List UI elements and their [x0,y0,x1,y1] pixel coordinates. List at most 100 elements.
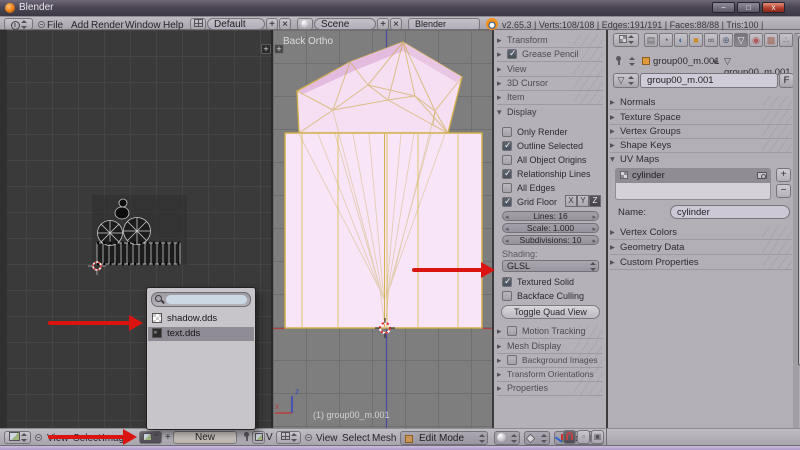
menu-select[interactable]: Select [339,432,373,445]
layout-add-button[interactable]: + [266,18,278,30]
checkbox-all-object-origins[interactable]: All Object Origins [502,154,602,166]
pivot-point-select[interactable] [524,431,550,445]
tab-texture[interactable]: ▩ [764,33,778,47]
grid-axis-y-toggle[interactable]: Y [577,195,589,207]
panel-display[interactable]: Display [497,106,603,119]
tab-object-data[interactable]: ▽ [734,33,748,47]
mesh-datablock-browse-button[interactable]: ▽ [613,73,639,88]
panel-texture-space[interactable]: Texture Space [610,111,792,125]
panel-view[interactable]: View [497,63,603,77]
snap-element-button[interactable]: ▫ [577,430,590,444]
fake-user-button[interactable]: F [779,73,794,88]
editor-type-button-info[interactable]: i [4,18,33,30]
editor-type-button-3d-view[interactable] [276,431,301,444]
panel-3d-cursor[interactable]: 3D Cursor [497,77,603,91]
collapse-menus-icon[interactable] [35,434,42,441]
viewport-3d[interactable]: Back Ortho [273,30,492,428]
grid-lines-slider[interactable]: Lines: 16 [502,211,599,221]
scene-add-button[interactable]: + [377,18,389,30]
shading-mode-select[interactable]: GLSL [502,260,599,272]
motion-tracking-checkbox[interactable] [507,326,517,336]
panel-normals[interactable]: Normals [610,96,792,110]
checkbox-outline-selected[interactable]: ✓Outline Selected [502,140,602,152]
viewport-shading-select[interactable] [494,431,520,445]
uv-map-item-cylinder[interactable]: cylinder [616,169,770,183]
uv-map-add-button[interactable]: + [776,168,791,182]
checkbox-relationship-lines[interactable]: ✓Relationship Lines [502,168,602,180]
render-camera-icon[interactable] [757,172,767,179]
snap-target-button[interactable]: ▣ [591,430,604,444]
scene-delete-button[interactable]: × [390,18,402,30]
panel-motion-tracking[interactable]: Motion Tracking [497,325,603,339]
panel-vertex-groups[interactable]: Vertex Groups [610,125,792,139]
editor-type-button-properties[interactable] [613,33,639,47]
scene-name-field[interactable]: Scene [314,18,376,30]
image-new-button[interactable]: New [173,431,237,444]
mode-select[interactable]: Edit Mode [400,431,488,445]
properties-scrollbar[interactable] [793,34,799,438]
popup-item-shadow-dds[interactable]: shadow.dds [148,312,254,326]
tab-constraints[interactable]: ∞ [704,33,718,47]
panel-transform[interactable]: Transform [497,34,603,48]
tab-scene[interactable]: ◔ [659,33,673,47]
pin-icon[interactable] [242,432,251,444]
expand-panel-icon[interactable]: + [261,44,271,54]
close-button[interactable]: x [762,2,785,13]
panel-item[interactable]: Item [497,91,603,105]
checkbox-all-edges[interactable]: All Edges [502,182,602,194]
uv-name-field[interactable]: cylinder [670,205,790,219]
scene-browse-button[interactable] [297,18,313,30]
layout-name-field[interactable]: Default [207,18,265,30]
unlink-icon[interactable]: + [165,432,171,443]
snap-toggle-button[interactable] [563,430,576,444]
panel-transform-orientations[interactable]: Transform Orientations [497,368,603,382]
panel-background-images[interactable]: Background Images [497,354,603,368]
checkbox-only-render[interactable]: Only Render [502,126,602,138]
tab-object[interactable]: ■ [689,33,703,47]
tab-particles[interactable]: ∴ [779,33,793,47]
mesh-name-field[interactable]: group00_m.001 [640,73,778,88]
maximize-button[interactable]: □ [737,2,760,13]
toggle-quad-view-button[interactable]: Toggle Quad View [501,305,600,319]
panel-geometry-data[interactable]: Geometry Data [610,241,792,255]
panel-uv-maps[interactable]: UV Maps [610,153,792,166]
grid-axis-x-toggle[interactable]: X [565,195,577,207]
minimize-button[interactable]: − [712,2,735,13]
panel-mesh-display[interactable]: Mesh Display [497,340,603,354]
search-input[interactable] [166,295,247,304]
panel-properties[interactable]: Properties [497,382,603,396]
grid-scale-slider[interactable]: Scale: 1.000 [502,223,599,233]
popup-item-text-dds[interactable]: text.dds [148,327,254,341]
popup-search-field[interactable] [151,292,251,307]
expand-toolshelf-icon[interactable]: + [274,44,284,54]
grid-axis-z-toggle[interactable]: Z [589,195,601,207]
pin-icon[interactable] [614,56,623,68]
mini-editor-icon[interactable] [252,431,265,444]
grease-pencil-checkbox[interactable]: ✓ [507,49,517,59]
editor-type-button-image[interactable] [4,431,31,444]
tab-render[interactable]: ▤ [644,33,658,47]
title-bar[interactable]: Blender − □ x [0,0,800,16]
menu-mesh[interactable]: Mesh [369,432,399,445]
panel-custom-properties[interactable]: Custom Properties [610,256,792,270]
tab-world[interactable]: ◐ [674,33,688,47]
background-images-checkbox[interactable] [507,355,517,365]
menu-view[interactable]: View [313,432,341,445]
layout-browse-button[interactable] [190,18,206,30]
tab-modifiers[interactable]: ⊕ [719,33,733,47]
checkbox-backface-culling[interactable]: Backface Culling [502,290,602,302]
tab-material[interactable]: ◉ [749,33,763,47]
image-browse-button[interactable] [139,431,162,444]
panel-shape-keys[interactable]: Shape Keys [610,139,792,153]
panel-vertex-colors[interactable]: Vertex Colors [610,226,792,240]
breadcrumb-object[interactable]: group00_m.001 [642,56,720,67]
checkbox-textured-solid[interactable]: ✓Textured Solid [502,276,602,288]
breadcrumb-browse-icon[interactable] [628,56,635,67]
collapse-menus-icon[interactable] [305,434,312,441]
uv-maps-list[interactable]: cylinder [615,168,771,200]
checkbox-grid-floor[interactable]: ✓Grid Floor X Y Z [502,196,602,208]
render-engine-select[interactable]: Blender Render [408,18,480,30]
panel-grease-pencil[interactable]: ✓Grease Pencil [497,48,603,62]
layout-delete-button[interactable]: × [279,18,291,30]
grid-subdivisions-slider[interactable]: Subdivisions: 10 [502,235,599,245]
